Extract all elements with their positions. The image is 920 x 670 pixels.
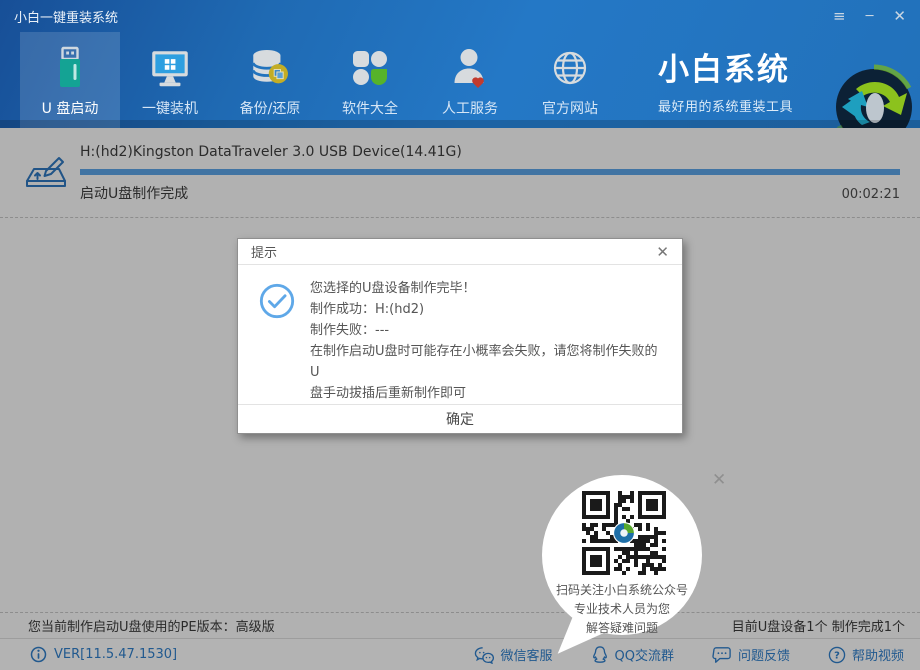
software-icon: [348, 42, 392, 94]
window-title: 小白一键重装系统: [14, 7, 118, 26]
qr-caption-line: 专业技术人员为您: [532, 600, 712, 619]
nav-tab-human-support[interactable]: 人工服务: [420, 32, 520, 128]
dialog-message-line: 制作失败：---: [310, 320, 666, 341]
qr-bubble: 扫码关注小白系统公众号专业技术人员为您解答疑难问题: [542, 475, 702, 635]
dialog-footer: 确定: [238, 404, 682, 433]
navbar: U 盘启动 一键装机 备份/还原 软件大全 人工服务 官方网站 小白系统 最好用…: [0, 32, 920, 128]
nav-tabs: U 盘启动 一键装机 备份/还原 软件大全 人工服务 官方网站: [20, 32, 620, 128]
app-header: 小白一键重装系统 ≡ ─ ✕ U 盘启动 一键装机 备份/还原 软件大全 人工服…: [0, 0, 920, 128]
dialog-message: 您选择的U盘设备制作完毕！制作成功：H:(hd2)制作失败：---在制作启动U盘…: [310, 278, 666, 404]
dialog-message-line: 制作成功：H:(hd2): [310, 299, 666, 320]
qr-code: [582, 491, 666, 575]
window-controls: ≡ ─ ✕: [833, 9, 906, 24]
menu-icon[interactable]: ≡: [833, 9, 846, 24]
support-icon: [448, 42, 492, 94]
monitor-icon: [147, 42, 193, 94]
nav-tab-label: 备份/还原: [240, 98, 301, 118]
nav-tab-label: 官方网站: [542, 98, 598, 118]
ok-button[interactable]: 确定: [416, 405, 504, 433]
dialog-title: 提示: [251, 242, 277, 261]
dialog-titlebar: 提示 ✕: [238, 239, 682, 265]
qr-caption-line: 解答疑难问题: [532, 619, 712, 638]
prompt-dialog: 提示 ✕ 您选择的U盘设备制作完毕！制作成功：H:(hd2)制作失败：---在制…: [237, 238, 683, 434]
close-icon[interactable]: ✕: [893, 9, 906, 24]
nav-tab-one-click-install[interactable]: 一键装机: [120, 32, 220, 128]
qr-caption-line: 扫码关注小白系统公众号: [532, 581, 712, 600]
qr-popup: ✕ 扫码关注小白系统公众号专业技术人员为您解答疑难问题: [540, 468, 735, 670]
dialog-body: 您选择的U盘设备制作完毕！制作成功：H:(hd2)制作失败：---在制作启动U盘…: [238, 265, 682, 404]
nav-tab-label: 人工服务: [442, 98, 498, 118]
brand-name: 小白系统: [658, 44, 793, 89]
brand-slogan: 最好用的系统重装工具: [658, 96, 793, 115]
success-check-icon: [258, 282, 296, 324]
dialog-message-line: 在制作启动U盘时可能存在小概率会失败，请您将制作失败的U: [310, 341, 666, 383]
nav-tab-label: 一键装机: [142, 98, 198, 118]
nav-tab-backup-restore[interactable]: 备份/还原: [220, 32, 320, 128]
nav-tab-label: U 盘启动: [42, 98, 99, 118]
nav-tab-official-website[interactable]: 官方网站: [520, 32, 620, 128]
dialog-close-icon[interactable]: ✕: [656, 243, 669, 261]
globe-icon: [548, 42, 592, 94]
dialog-message-line: 您选择的U盘设备制作完毕！: [310, 278, 666, 299]
nav-tab-usb-boot[interactable]: U 盘启动: [20, 32, 120, 128]
qr-caption: 扫码关注小白系统公众号专业技术人员为您解答疑难问题: [532, 581, 712, 638]
nav-tab-software-center[interactable]: 软件大全: [320, 32, 420, 128]
qr-close-icon[interactable]: ✕: [712, 470, 726, 490]
nav-tab-label: 软件大全: [342, 98, 398, 118]
dialog-message-line: 盘手动拔插后重新制作即可: [310, 383, 666, 404]
usb-drive-icon: [48, 42, 92, 94]
titlebar: 小白一键重装系统 ≡ ─ ✕: [0, 0, 920, 32]
qr-center-logo-icon: [613, 522, 635, 544]
backup-icon: [247, 42, 293, 94]
minimize-icon[interactable]: ─: [866, 10, 874, 23]
brand: 小白系统 最好用的系统重装工具: [658, 44, 793, 115]
